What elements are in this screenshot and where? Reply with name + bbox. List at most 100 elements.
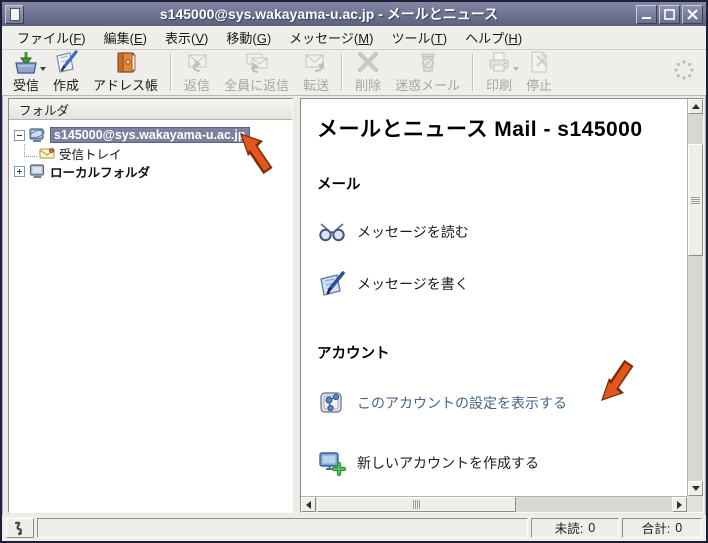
scroll-up-button[interactable] xyxy=(688,99,703,114)
vertical-scrollbar[interactable] xyxy=(687,99,703,496)
maximize-button[interactable] xyxy=(659,4,680,24)
junk-icon xyxy=(415,50,441,75)
collapse-expander-icon[interactable] xyxy=(14,129,25,141)
online-status-icon xyxy=(14,521,23,535)
write-message-link[interactable]: メッセージを書く xyxy=(357,274,469,294)
mail-section-heading: メール xyxy=(317,177,361,193)
address-book-button[interactable]: アドレス帳 xyxy=(86,51,165,94)
write-message-row[interactable]: メッセージを書く xyxy=(317,270,683,298)
address-book-label: アドレス帳 xyxy=(93,78,159,93)
down-arrow-icon xyxy=(691,486,700,491)
compose-label: 作成 xyxy=(53,78,80,93)
inbox-icon xyxy=(39,147,55,160)
reply-icon xyxy=(184,50,210,75)
tree-row-inbox[interactable]: 受信トレイ xyxy=(9,143,292,163)
junk-button[interactable]: 迷惑メール xyxy=(388,51,467,94)
forward-label: 転送 xyxy=(303,78,330,93)
total-count: 合計: 0 xyxy=(622,517,702,538)
application-window: s145000@sys.wakayama-u.ac.jp - メールとニュース … xyxy=(0,0,708,543)
scroll-left-button[interactable] xyxy=(301,497,316,512)
get-mail-label: 受信 xyxy=(13,78,40,93)
server-icon xyxy=(29,127,46,143)
right-arrow-icon xyxy=(677,500,682,509)
scrollbar-corner xyxy=(687,496,703,512)
read-messages-row[interactable]: メッセージを読む xyxy=(317,220,683,244)
address-book-icon xyxy=(113,50,139,75)
start-page-title: メールとニュース Mail - s145000 xyxy=(317,118,643,141)
status-text-field xyxy=(37,517,528,538)
window-title: s145000@sys.wakayama-u.ac.jp - メールとニュース xyxy=(159,6,499,22)
local-folders-label[interactable]: ローカルフォルダ xyxy=(50,162,150,181)
close-button[interactable] xyxy=(682,4,703,24)
stop-button[interactable]: 停止 xyxy=(519,51,559,94)
scroll-down-button[interactable] xyxy=(688,481,703,496)
window-menu-button[interactable] xyxy=(5,4,24,24)
menu-view[interactable]: 表示(V) xyxy=(156,26,217,49)
account-folder-label[interactable]: s145000@sys.wakayama-u.ac.jp xyxy=(50,127,250,143)
get-mail-button[interactable]: 受信 xyxy=(6,50,47,94)
inbox-folder-label[interactable]: 受信トレイ xyxy=(59,144,122,163)
local-folders-icon xyxy=(29,163,46,179)
toolbar: 受信 作成 アドレス帳 返信 全員に返信 転送 削除 迷惑メール 印刷 停止 xyxy=(2,50,706,96)
create-account-link[interactable]: 新しいアカウントを作成する xyxy=(357,453,539,473)
delete-label: 削除 xyxy=(355,78,382,93)
stop-icon xyxy=(526,50,552,75)
reply-button[interactable]: 返信 xyxy=(177,51,217,94)
menu-go[interactable]: 移動(G) xyxy=(217,26,280,49)
tree-row-account[interactable]: s145000@sys.wakayama-u.ac.jp xyxy=(9,126,292,144)
content-pane: メールとニュース Mail - s145000 メール メッセージを読む メッセ… xyxy=(300,98,704,513)
horizontal-scroll-thumb[interactable] xyxy=(317,497,517,512)
delete-button[interactable]: 削除 xyxy=(348,51,388,94)
vertical-scroll-thumb[interactable] xyxy=(688,144,703,256)
stop-label: 停止 xyxy=(526,78,553,93)
online-status-button[interactable] xyxy=(6,517,34,538)
left-arrow-icon xyxy=(306,500,311,509)
get-mail-icon xyxy=(13,50,39,75)
folder-pane-header[interactable]: フォルダ xyxy=(9,99,292,120)
tree-guide-line xyxy=(24,143,37,157)
unread-count: 未読: 0 xyxy=(531,517,619,538)
account-settings-row[interactable]: このアカウントの設定を表示する xyxy=(317,389,683,417)
reply-all-button[interactable]: 全員に返信 xyxy=(217,51,296,94)
reply-all-icon xyxy=(244,50,270,75)
unread-label: 未読: xyxy=(554,522,584,536)
statusbar: 未読: 0 合計: 0 xyxy=(2,515,706,541)
print-label: 印刷 xyxy=(486,78,513,93)
create-account-row[interactable]: 新しいアカウントを作成する xyxy=(317,449,683,477)
junk-label: 迷惑メール xyxy=(395,78,461,93)
document-icon xyxy=(9,7,20,21)
menu-file[interactable]: ファイル(F) xyxy=(8,26,95,49)
minimize-icon xyxy=(642,16,651,19)
accounts-section-heading: アカウント xyxy=(317,346,390,362)
compose-icon xyxy=(53,50,79,75)
horizontal-scrollbar[interactable] xyxy=(301,496,687,512)
read-messages-link[interactable]: メッセージを読む xyxy=(357,222,469,242)
menubar: ファイル(F) 編集(E) 表示(V) 移動(G) メッセージ(M) ツール(T… xyxy=(2,26,706,50)
scroll-right-button[interactable] xyxy=(672,497,687,512)
menu-message[interactable]: メッセージ(M) xyxy=(280,26,382,49)
vertical-scroll-track[interactable] xyxy=(688,114,703,481)
folder-pane: フォルダ s145000@sys.wakayama-u.ac.jp 受信トレイ … xyxy=(8,98,293,513)
horizontal-scroll-track[interactable] xyxy=(316,497,672,512)
toolbar-separator xyxy=(170,54,173,91)
titlebar[interactable]: s145000@sys.wakayama-u.ac.jp - メールとニュース xyxy=(2,2,706,26)
view-account-settings-link[interactable]: このアカウントの設定を表示する xyxy=(357,393,567,413)
expand-expander-icon[interactable] xyxy=(14,165,25,177)
reply-all-label: 全員に返信 xyxy=(224,78,290,93)
unread-value: 0 xyxy=(588,520,596,535)
tree-row-local-folders[interactable]: ローカルフォルダ xyxy=(9,162,292,180)
menu-edit[interactable]: 編集(E) xyxy=(95,26,156,49)
toolbar-separator xyxy=(472,54,475,91)
folder-pane-header-label: フォルダ xyxy=(19,103,70,118)
thumb-grip-icon xyxy=(413,500,421,509)
pane-splitter[interactable] xyxy=(293,98,300,513)
print-button[interactable]: 印刷 xyxy=(479,51,520,94)
forward-button[interactable]: 転送 xyxy=(296,51,336,94)
glasses-icon xyxy=(317,220,347,244)
menu-help[interactable]: ヘルプ(H) xyxy=(456,26,531,49)
compose-button[interactable]: 作成 xyxy=(46,50,86,94)
reply-label: 返信 xyxy=(184,78,211,93)
close-icon xyxy=(687,8,698,20)
menu-tools[interactable]: ツール(T) xyxy=(382,26,456,49)
minimize-button[interactable] xyxy=(636,4,657,24)
